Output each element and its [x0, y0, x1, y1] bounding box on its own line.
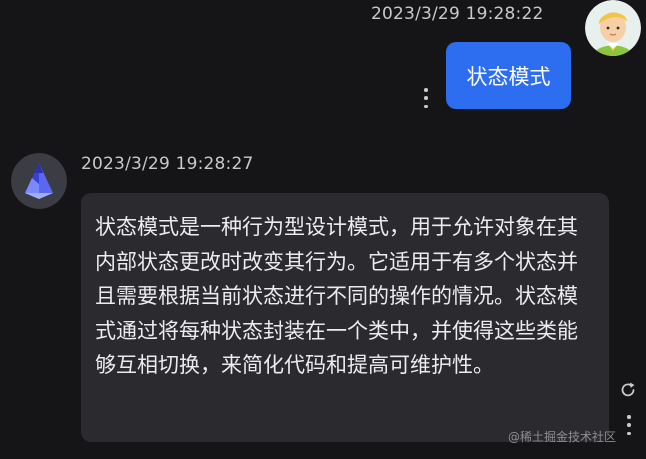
user-message-timestamp: 2023/3/29 19:28:22: [371, 4, 544, 24]
bot-message-text: 状态模式是一种行为型设计模式，用于允许对象在其内部状态更改时改变其行为。它适用于…: [95, 215, 578, 377]
refresh-icon[interactable]: [618, 380, 638, 400]
watermark: @稀土掘金技术社区: [508, 430, 617, 444]
user-message-bubble: 状态模式: [446, 42, 571, 109]
blue-pyramid-avatar-icon: [11, 153, 67, 209]
bot-message-bubble: 状态模式是一种行为型设计模式，用于允许对象在其内部状态更改时改变其行为。它适用于…: [81, 193, 609, 442]
user-message-text: 状态模式: [466, 64, 551, 89]
cartoon-user-avatar-icon: [585, 0, 641, 56]
vertical-ellipsis-icon[interactable]: [421, 88, 431, 108]
bot-message-timestamp: 2023/3/29 19:28:27: [81, 154, 254, 174]
vertical-ellipsis-icon[interactable]: [624, 415, 634, 435]
